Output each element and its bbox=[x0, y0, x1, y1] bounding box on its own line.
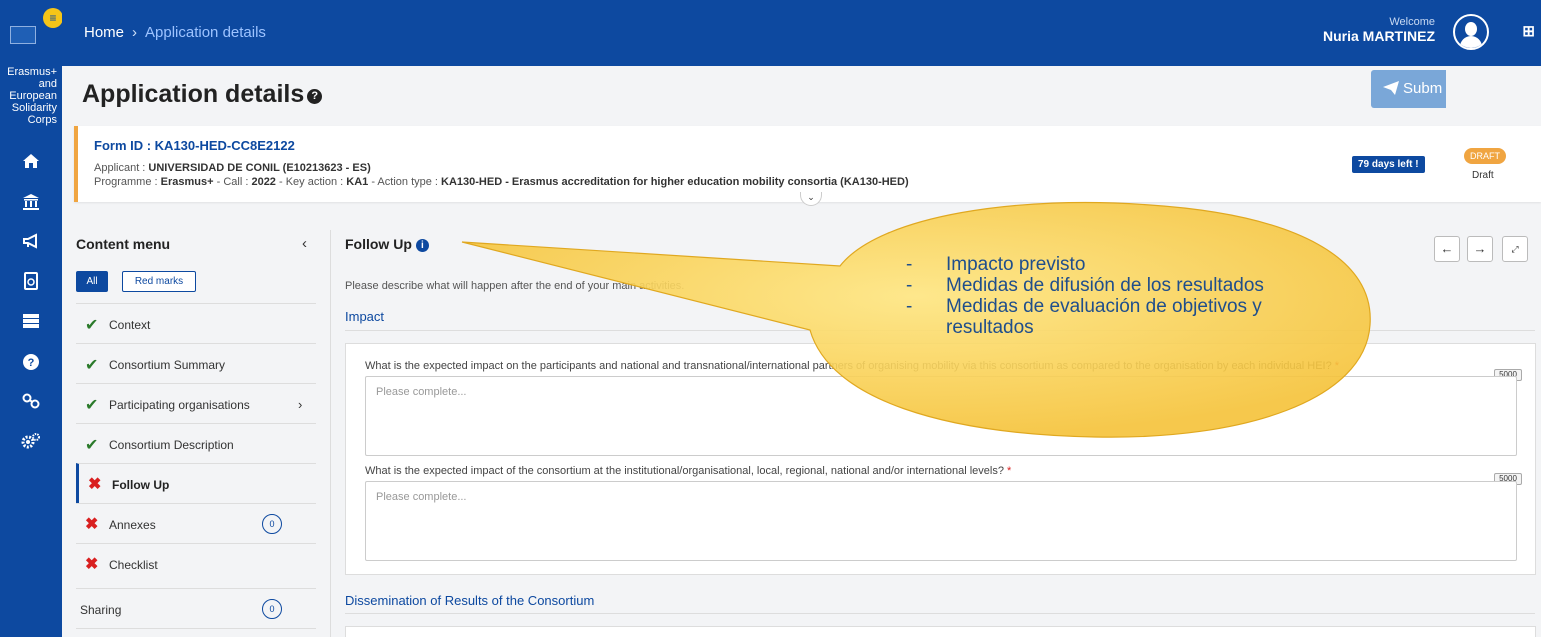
link-icon[interactable] bbox=[20, 392, 42, 414]
fullscreen-icon[interactable]: ⤢ bbox=[1502, 236, 1528, 262]
welcome-block: Welcome Nuria MARTINEZ bbox=[1323, 16, 1435, 44]
previous-button[interactable]: ← bbox=[1434, 236, 1460, 262]
menu-item-checklist[interactable]: ✖ Checklist bbox=[76, 543, 316, 583]
callout-item: - Medidas de difusión de los resultados bbox=[906, 275, 1264, 296]
status-text: Draft bbox=[1472, 170, 1494, 181]
days-left-badge: 79 days left ! bbox=[1352, 156, 1425, 173]
breadcrumb-home[interactable]: Home bbox=[84, 24, 124, 41]
left-rail: ≡ Erasmus+ and European Solidarity Corps… bbox=[0, 0, 63, 637]
menu-item-participating-organisations[interactable]: ✔ Participating organisations › bbox=[76, 383, 316, 423]
applicant-line: Applicant : UNIVERSIDAD DE CONIL (E10213… bbox=[94, 162, 371, 174]
chevron-right-icon: › bbox=[132, 24, 138, 41]
top-bar: Home › Application details Welcome Nuria M… bbox=[62, 0, 1541, 66]
callout-text: - Impacto previsto - Medidas de difusión d… bbox=[906, 254, 1266, 338]
impact-participants-textarea[interactable]: Please complete... bbox=[365, 376, 1517, 456]
menu-item-consortium-summary[interactable]: ✔ Consortium Summary bbox=[76, 343, 316, 383]
info-icon[interactable]: i bbox=[415, 239, 429, 252]
menu-item-divider bbox=[76, 628, 316, 637]
home-icon[interactable] bbox=[20, 152, 42, 174]
check-icon: ✔ bbox=[85, 397, 99, 414]
eu-logo[interactable] bbox=[0, 22, 52, 48]
page-title: Application details? bbox=[82, 80, 323, 109]
form-id: Form ID : KA130-HED-CC8E2122 bbox=[94, 138, 295, 153]
rail-title: Erasmus+ and European Solidarity Corps bbox=[7, 66, 57, 126]
count-badge: 0 bbox=[262, 514, 282, 534]
menu-item-sharing[interactable]: Sharing 0 bbox=[76, 588, 316, 628]
next-card bbox=[345, 626, 1536, 637]
welcome-label: Welcome bbox=[1389, 16, 1435, 28]
question-2: What is the expected impact of the conso… bbox=[365, 465, 1012, 477]
menu-toggle-icon[interactable]: ≡ bbox=[43, 8, 63, 28]
callout-item: - Medidas de evaluación de objetivos y re… bbox=[906, 296, 1262, 338]
cross-icon: ✖ bbox=[88, 476, 102, 493]
document-icon[interactable] bbox=[20, 272, 42, 294]
chevron-right-icon[interactable]: › bbox=[298, 397, 302, 412]
impact-heading: Impact bbox=[345, 309, 385, 324]
overlay-patch bbox=[1446, 66, 1541, 126]
notification-icon[interactable]: ⊞ bbox=[1522, 22, 1535, 40]
institution-icon[interactable] bbox=[20, 193, 42, 215]
callout-item: - Impacto previsto bbox=[906, 254, 1086, 275]
menu-item-consortium-description[interactable]: ✔ Consortium Description bbox=[76, 423, 316, 463]
megaphone-icon[interactable] bbox=[20, 232, 42, 254]
menu-item-follow-up[interactable]: ✖ Follow Up bbox=[76, 463, 316, 503]
chevron-left-icon[interactable]: ‹ bbox=[302, 235, 307, 252]
send-icon bbox=[1383, 81, 1399, 95]
section-title: Follow Up i bbox=[345, 236, 429, 252]
content-menu-title: Content menu bbox=[76, 236, 171, 252]
vertical-divider bbox=[330, 230, 331, 637]
question-1: What is the expected impact on the parti… bbox=[365, 360, 1340, 372]
breadcrumb-current[interactable]: Application details bbox=[145, 24, 266, 41]
filter-all-button[interactable]: All bbox=[76, 271, 108, 292]
impact-consortium-textarea[interactable]: Please complete... bbox=[365, 481, 1517, 561]
breadcrumb: Home › Application details bbox=[84, 24, 266, 41]
count-badge: 0 bbox=[262, 599, 282, 619]
chevron-down-icon[interactable]: ⌄ bbox=[800, 192, 822, 206]
user-name[interactable]: Nuria MARTINEZ bbox=[1323, 28, 1435, 44]
menu-item-context[interactable]: ✔ Context bbox=[76, 303, 316, 343]
filter-red-marks-button[interactable]: Red marks bbox=[122, 271, 196, 292]
server-icon[interactable] bbox=[20, 312, 42, 334]
programme-line: Programme : Erasmus+ - Call : 2022 - Key… bbox=[94, 176, 909, 188]
check-icon: ✔ bbox=[85, 357, 99, 374]
avatar[interactable] bbox=[1453, 14, 1489, 50]
check-icon: ✔ bbox=[85, 317, 99, 334]
help-icon[interactable]: ? bbox=[20, 353, 42, 375]
cross-icon: ✖ bbox=[85, 556, 99, 573]
next-button[interactable]: → bbox=[1467, 236, 1493, 262]
help-icon[interactable]: ? bbox=[307, 89, 323, 104]
divider bbox=[345, 613, 1535, 614]
check-icon: ✔ bbox=[85, 437, 99, 454]
menu-item-annexes[interactable]: ✖ Annexes 0 bbox=[76, 503, 316, 543]
cross-icon: ✖ bbox=[85, 516, 99, 533]
form-info-card: Form ID : KA130-HED-CC8E2122 Applicant :… bbox=[74, 126, 1541, 206]
section-intro: Please describe what will happen after t… bbox=[345, 280, 685, 292]
svg-text:?: ? bbox=[28, 357, 35, 369]
settings-icon[interactable] bbox=[20, 432, 42, 454]
dissemination-heading: Dissemination of Results of the Consorti… bbox=[345, 593, 595, 608]
status-badge: DRAFT bbox=[1464, 148, 1506, 164]
